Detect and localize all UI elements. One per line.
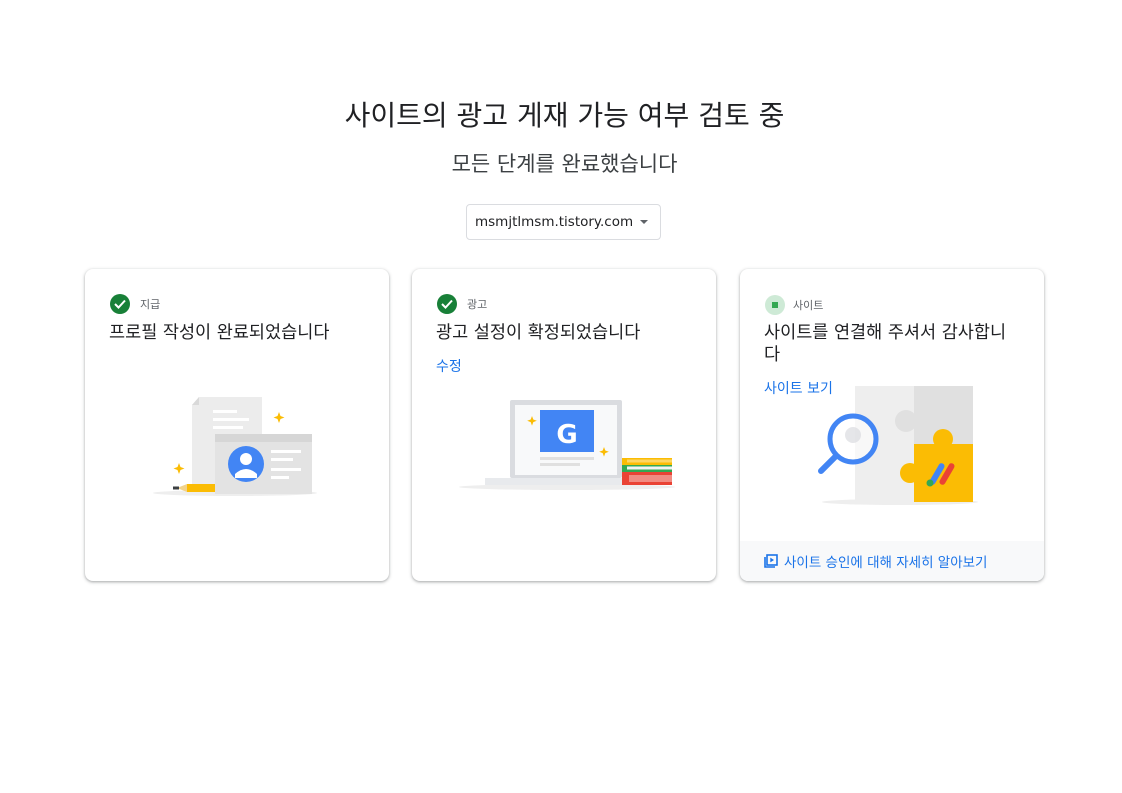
card-sites: 사이트 사이트를 연결해 주셔서 감사합니다 사이트 보기 사이트 승인에 대해… (740, 269, 1044, 581)
in-progress-square-icon (765, 295, 785, 315)
card-heading: 사이트를 연결해 주셔서 감사합니다 (764, 323, 1007, 365)
check-circle-icon (110, 294, 130, 314)
svg-text:G: G (556, 420, 577, 450)
card-status-label: 사이트 (793, 299, 824, 312)
site-selector-value: msmjtlmsm.tistory.com (475, 214, 634, 230)
page-title: 사이트의 광고 게재 가능 여부 검토 중 (344, 99, 785, 132)
card-heading: 광고 설정이 확정되었습니다 (436, 323, 641, 343)
card-payments: 지급 프로필 작성이 완료되었습니다 (85, 269, 389, 581)
card-status: 광고 (437, 294, 487, 314)
site-selector[interactable]: msmjtlmsm.tistory.com (466, 204, 661, 240)
card-status-label: 지급 (140, 298, 161, 311)
dropdown-arrow-icon (640, 220, 648, 224)
check-circle-icon (437, 294, 457, 314)
card-status-label: 광고 (467, 298, 488, 311)
video-play-icon (764, 554, 778, 568)
page-subtitle: 모든 단계를 완료했습니다 (451, 152, 678, 176)
profile-card-illustration (153, 397, 317, 496)
learn-more-footer[interactable]: 사이트 승인에 대해 자세히 알아보기 (740, 541, 1044, 581)
card-status: 지급 (110, 294, 160, 314)
site-puzzle-illustration (818, 386, 978, 505)
card-ads: 광고 광고 설정이 확정되었습니다 수정 G (412, 269, 716, 581)
card-status: 사이트 (765, 295, 823, 315)
edit-link[interactable]: 수정 (436, 356, 462, 376)
card-heading: 프로필 작성이 완료되었습니다 (109, 323, 330, 343)
ads-laptop-illustration: G (459, 400, 675, 490)
learn-more-link[interactable]: 사이트 승인에 대해 자세히 알아보기 (784, 551, 987, 571)
